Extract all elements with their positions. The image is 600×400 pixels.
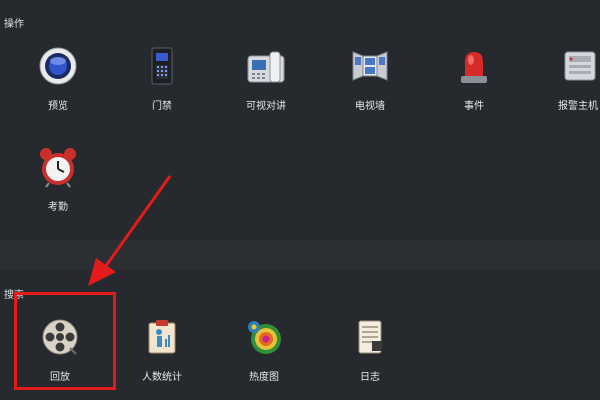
alarm-host-icon (554, 42, 600, 90)
log-icon (346, 313, 394, 361)
tile-video-wall-label: 电视墙 (355, 101, 385, 112)
event-alarm-icon (450, 42, 498, 90)
heat-map-icon (240, 313, 288, 361)
operations-section: 操作 预览 门禁 可视对讲 电视墙 事件 报警主机 考勤 (0, 0, 600, 240)
tile-alarm-host[interactable]: 报警主机 (528, 42, 600, 122)
tile-access-control[interactable]: 门禁 (112, 42, 212, 122)
tile-access-control-label: 门禁 (152, 101, 172, 112)
tile-heat-map[interactable]: 热度图 (214, 313, 314, 393)
tile-log-label: 日志 (360, 372, 380, 383)
tile-video-wall[interactable]: 电视墙 (320, 42, 420, 122)
tile-alarm-host-label: 报警主机 (558, 101, 598, 112)
tile-preview-label: 预览 (48, 101, 68, 112)
attendance-clock-icon (34, 143, 82, 191)
video-wall-icon (346, 42, 394, 90)
tile-attendance-label: 考勤 (48, 202, 68, 213)
video-intercom-icon (242, 42, 290, 90)
tile-people-counting-label: 人数统计 (142, 372, 182, 383)
tile-attendance[interactable]: 考勤 (8, 143, 108, 223)
people-counting-icon (138, 313, 186, 361)
tile-video-intercom[interactable]: 可视对讲 (216, 42, 316, 122)
tile-video-intercom-label: 可视对讲 (246, 101, 286, 112)
operations-section-title: 操作 (4, 19, 24, 30)
preview-icon (34, 42, 82, 90)
tile-log[interactable]: 日志 (320, 313, 420, 393)
tile-people-counting[interactable]: 人数统计 (112, 313, 212, 393)
tile-event-label: 事件 (464, 101, 484, 112)
tile-heat-map-label: 热度图 (249, 372, 279, 383)
tile-event[interactable]: 事件 (424, 42, 524, 122)
section-divider-band (0, 240, 600, 270)
playback-highlight-box (14, 292, 116, 390)
access-control-icon (138, 42, 186, 90)
tile-preview[interactable]: 预览 (8, 42, 108, 122)
